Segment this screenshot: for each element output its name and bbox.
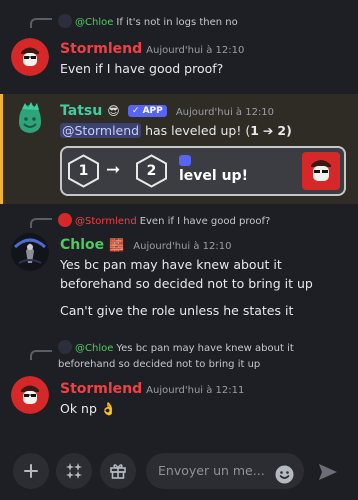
message-body: Ok np	[60, 401, 97, 416]
message-chloe[interactable]: @Stormlend Even if I have good proof? Chl…	[0, 204, 358, 332]
tatsu-avatar[interactable]	[11, 100, 49, 138]
message-tatsu[interactable]: Tatsu 😎 ✓ APP Aujourd'hui à 12:10 @Storm…	[0, 94, 358, 204]
author-name[interactable]: Tatsu	[60, 103, 102, 119]
reply-text: If it's not in logs then no	[116, 17, 238, 28]
levelup-phrase: has leveled up! (	[145, 123, 251, 138]
app-badge: ✓ APP	[127, 105, 167, 117]
message-input-placeholder: Envoyer un me...	[158, 463, 265, 478]
chloe-mini-avatar	[58, 14, 72, 28]
stormlend-mini-avatar	[58, 213, 72, 227]
message-stormlend-1[interactable]: @Chloe If it's not in logs then no Storml…	[0, 0, 358, 90]
reply-author[interactable]: @Chloe	[75, 17, 113, 28]
gift-button[interactable]	[100, 453, 136, 489]
apps-button[interactable]	[56, 453, 92, 489]
apps-icon	[66, 463, 82, 479]
arrow-icon: ➔	[262, 123, 274, 138]
to-level-hexagon: 2	[135, 154, 168, 188]
reply-preview[interactable]: @Chloe If it's not in logs then no	[58, 14, 352, 30]
plus-icon	[24, 464, 38, 478]
from-level: 1	[250, 123, 259, 138]
author-name[interactable]: Stormlend	[60, 381, 142, 397]
level-up-label: level up!	[179, 168, 248, 184]
author-emoji: 😎	[107, 104, 120, 118]
author-emoji: 🧱	[109, 238, 125, 252]
timestamp: Aujourd'hui à 12:10	[146, 45, 245, 56]
send-button[interactable]	[309, 453, 346, 490]
message-text-2: Can't give the role unless he states it	[60, 303, 294, 318]
emoji-picker-button[interactable]	[275, 462, 294, 484]
message-composer: Envoyer un me...	[0, 444, 358, 500]
level-icon	[179, 155, 191, 166]
reply-author[interactable]: @Stormlend	[75, 216, 137, 227]
author-name[interactable]: Stormlend	[60, 41, 142, 57]
reply-connector	[30, 18, 52, 28]
reply-text: Even if I have good proof?	[139, 216, 271, 227]
to-level: 2	[277, 123, 287, 138]
ok-hand-emoji: 👌	[100, 401, 117, 416]
from-level-hexagon: 1	[67, 154, 100, 188]
card-user-avatar	[302, 152, 340, 190]
chloe-mini-avatar	[58, 340, 72, 354]
add-button[interactable]	[13, 453, 49, 489]
reply-preview[interactable]: @Chloe Yes bc pan may have knew about it …	[58, 340, 352, 373]
message-text: Yes bc pan may have knew about it before…	[60, 257, 313, 291]
message-text: Even if I have good proof?	[60, 61, 224, 76]
timestamp: Aujourd'hui à 12:10	[175, 107, 275, 118]
message-stormlend-2[interactable]: @Chloe Yes bc pan may have knew about it …	[0, 332, 358, 444]
chat-log: @Chloe If it's not in logs then no Storml…	[0, 0, 358, 444]
reply-connector	[30, 218, 52, 228]
levelup-card: 1 ➞ 2 level up!	[60, 146, 346, 196]
reply-preview[interactable]: @Stormlend Even if I have good proof?	[58, 213, 352, 229]
gift-icon	[110, 464, 126, 479]
stormlend-avatar[interactable]	[11, 38, 49, 76]
timestamp: Aujourd'hui à 12:11	[146, 385, 245, 396]
reply-author[interactable]: @Chloe	[75, 343, 113, 354]
reply-connector	[30, 350, 52, 360]
user-mention[interactable]: @Stormlend	[60, 123, 142, 138]
message-text: Ok np 👌	[60, 399, 350, 418]
stormlend-avatar[interactable]	[11, 376, 49, 414]
card-arrow-icon: ➞	[106, 160, 121, 180]
emoji-icon	[275, 465, 294, 484]
close-paren: )	[286, 123, 292, 138]
author-name[interactable]: Chloe	[60, 237, 104, 253]
levelup-text: @Stormlend has leveled up! (1 ➔ 2)	[60, 121, 350, 140]
chloe-avatar[interactable]	[11, 233, 49, 271]
message-input[interactable]: Envoyer un me...	[146, 453, 304, 489]
send-icon	[318, 463, 337, 480]
timestamp: Aujourd'hui à 12:10	[133, 241, 232, 252]
